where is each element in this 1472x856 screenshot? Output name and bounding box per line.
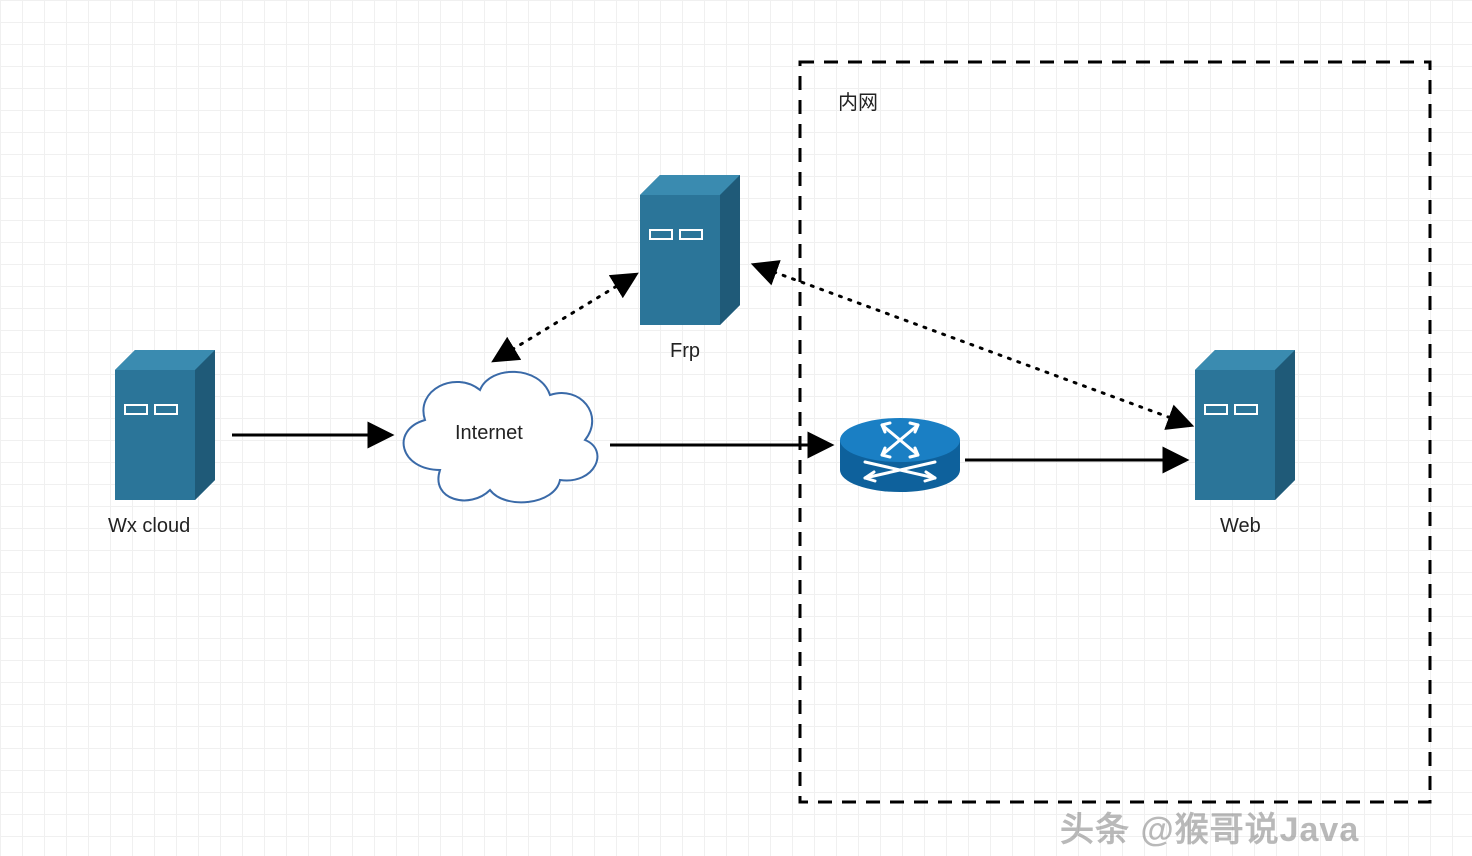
wx-cloud-server-icon [115, 350, 215, 500]
edge-frp-web [755, 265, 1190, 425]
watermark-text: 头条 @猴哥说Java [1060, 802, 1359, 851]
web-server-icon [1195, 350, 1295, 500]
frp-server-icon [640, 175, 740, 325]
intranet-label: 内网 [838, 86, 878, 115]
web-label: Web [1220, 515, 1261, 538]
diagram-canvas: 内网 Wx cloud Internet Frp Web 头条 @猴哥说Java [0, 0, 1472, 856]
frp-label: Frp [670, 340, 700, 363]
internet-label: Internet [455, 422, 523, 445]
wx-cloud-label: Wx cloud [108, 515, 190, 538]
edge-internet-frp [495, 275, 635, 360]
router-icon [840, 418, 960, 492]
